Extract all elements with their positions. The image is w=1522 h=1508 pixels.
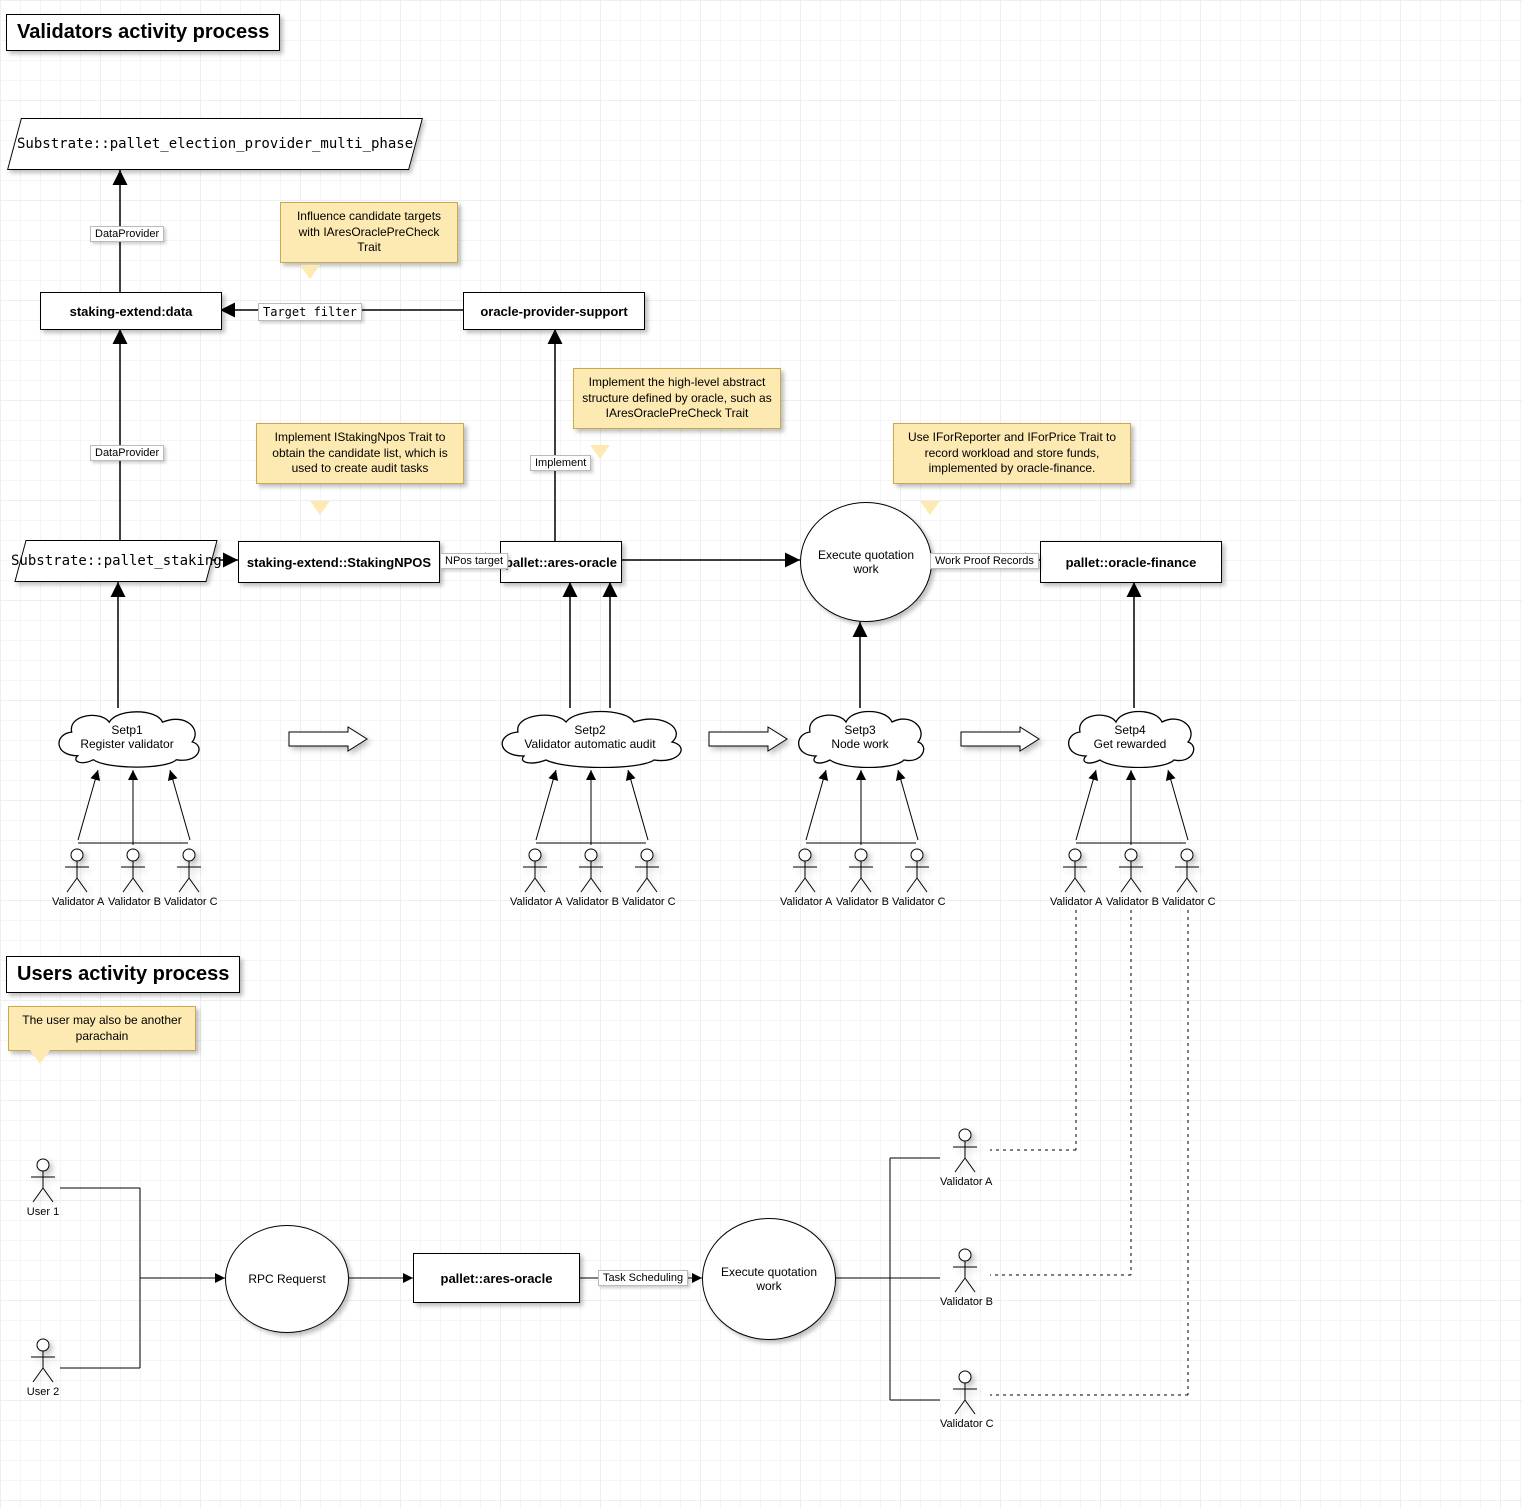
actor-vb-1: Validator B — [108, 848, 158, 908]
actor-user2: User 2 — [18, 1338, 68, 1398]
actor-vb-4: Validator B — [1106, 848, 1156, 908]
box-epmp: Substrate::pallet_election_provider_mult… — [7, 118, 423, 170]
note-use-ifor: Use IForReporter and IForPrice Trait to … — [893, 423, 1131, 484]
cloud-step3: Setp3Node work — [790, 706, 930, 768]
note-user-parachain: The user may also be another parachain — [8, 1006, 196, 1051]
circle-exec-quote-bottom: Execute quotation work — [702, 1218, 836, 1340]
edge-npos-target: NPos target — [440, 553, 508, 569]
circle-rpc-request: RPC Requerst — [225, 1225, 349, 1333]
edge-implement: Implement — [530, 455, 591, 471]
actor-va-2: Validator A — [510, 848, 560, 908]
block-arrow-1 — [288, 726, 368, 752]
edge-dataprovider-1: DataProvider — [90, 226, 164, 242]
actor-user1: User 1 — [18, 1158, 68, 1218]
actor-vc-3: Validator C — [892, 848, 942, 908]
note-influence: Influence candidate targets with IAresOr… — [280, 202, 458, 263]
note-implement-oracle: Implement the high-level abstract struct… — [573, 368, 781, 429]
box-staking-extend-data: staking-extend:data — [40, 292, 222, 330]
edge-work-proof: Work Proof Records — [930, 553, 1039, 569]
box-ares-oracle-bottom: pallet::ares-oracle — [413, 1253, 580, 1303]
title-validators: Validators activity process — [6, 14, 280, 51]
block-arrow-2 — [708, 726, 788, 752]
actor-va-1: Validator A — [52, 848, 102, 908]
actor-va-4: Validator A — [1050, 848, 1100, 908]
cloud-step2: Setp2Validator automatic audit — [490, 706, 690, 768]
edge-task-scheduling: Task Scheduling — [598, 1270, 688, 1286]
block-arrow-3 — [960, 726, 1040, 752]
box-ares-oracle-top: pallet::ares-oracle — [500, 541, 622, 583]
box-oracle-provider-support: oracle-provider-support — [463, 292, 645, 330]
actor-va-bottom: Validator A — [940, 1128, 990, 1188]
title-users: Users activity process — [6, 956, 240, 993]
edge-target-filter: Target filter — [258, 303, 362, 321]
cloud-step1: Setp1Register validator — [48, 706, 206, 768]
box-pallet-staking: Substrate::pallet_staking — [14, 540, 217, 582]
actor-vc-4: Validator C — [1162, 848, 1212, 908]
actor-vb-bottom: Validator B — [940, 1248, 990, 1308]
box-staking-npos: staking-extend::StakingNPOS — [238, 541, 440, 583]
actor-vb-3: Validator B — [836, 848, 886, 908]
circle-exec-quote-top: Execute quotation work — [800, 502, 932, 622]
box-oracle-finance: pallet::oracle-finance — [1040, 541, 1222, 583]
cloud-step4: Setp4Get rewarded — [1060, 706, 1200, 768]
edge-dataprovider-2: DataProvider — [90, 445, 164, 461]
actor-vc-2: Validator C — [622, 848, 672, 908]
actor-vb-2: Validator B — [566, 848, 616, 908]
actor-va-3: Validator A — [780, 848, 830, 908]
note-implement-npos: Implement IStakingNpos Trait to obtain t… — [256, 423, 464, 484]
actor-vc-bottom: Validator C — [940, 1370, 990, 1430]
actor-vc-1: Validator C — [164, 848, 214, 908]
